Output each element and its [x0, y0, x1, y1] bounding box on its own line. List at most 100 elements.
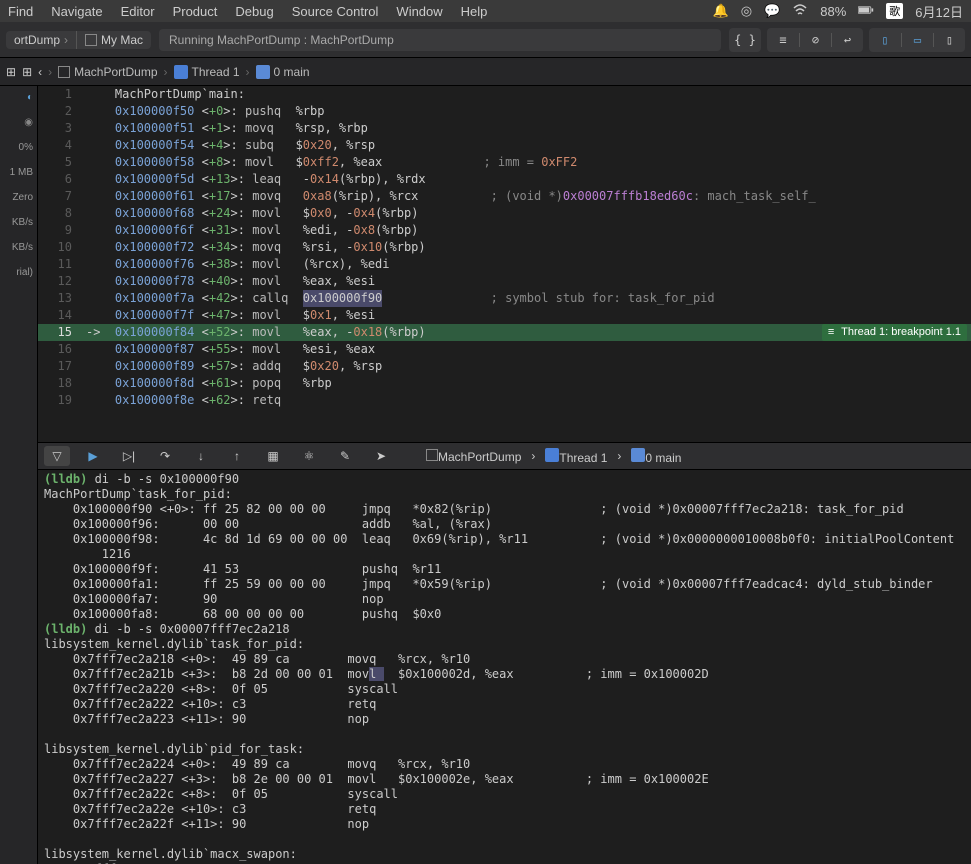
console-line	[44, 727, 971, 742]
console-line: 0x100000f90 <+0>: ff 25 82 00 00 00 jmpq…	[44, 502, 971, 517]
battery-percent: 88%	[820, 4, 846, 19]
breakpoint-indicator[interactable]: ≡ Thread 1: breakpoint 1.1	[822, 324, 967, 341]
console-line: 0x100000fa8: 68 00 00 00 00 pushq $0x0	[44, 607, 971, 622]
memory-graph-button[interactable]: ⚛	[296, 446, 322, 466]
wechat-icon[interactable]: 💬	[764, 3, 780, 19]
mac-icon	[85, 34, 97, 46]
console-line: libsystem_kernel.dylib`macx_swapon:	[44, 847, 971, 862]
asm-line[interactable]: 4 0x100000f54 <+4>: subq $0x20, %rsp	[38, 137, 971, 154]
left-panel-toggle[interactable]: ▯	[869, 33, 901, 47]
asm-line[interactable]: 12 0x100000f78 <+40>: movl %eax, %esi	[38, 273, 971, 290]
console-line: 0x7fff7ec2a220 <+8>: 0f 05 syscall	[44, 682, 971, 697]
debug-frame[interactable]: 0 main	[631, 448, 681, 465]
panel-toggle-group: ▯ ▭ ▯	[869, 28, 965, 52]
grid-icon[interactable]: ⊞	[22, 65, 32, 79]
console-line: 1216	[44, 547, 971, 562]
console-line: 0x100000f96: 00 00 addb %al, (%rax)	[44, 517, 971, 532]
asm-line[interactable]: 17 0x100000f89 <+57>: addq $0x20, %rsp	[38, 358, 971, 375]
menu-help[interactable]: Help	[461, 4, 488, 19]
step-into-button[interactable]: ↓	[188, 446, 214, 466]
console-line: 0x7fff7ec2a22f <+11>: 90 nop	[44, 817, 971, 832]
asm-line[interactable]: 3 0x100000f51 <+1>: movq %rsp, %rbp	[38, 120, 971, 137]
asm-line[interactable]: 18 0x100000f8d <+61>: popq %rbp	[38, 375, 971, 392]
console-line: (lldb) di -b -s 0x00007fff7ec2a218	[44, 622, 971, 637]
creative-cloud-icon[interactable]: ◎	[741, 3, 752, 19]
breakpoint-list-icon: ≡	[828, 324, 834, 341]
continue-button[interactable]: ▷|	[116, 446, 142, 466]
gauge-icon-1[interactable]: ◉	[24, 117, 33, 128]
asm-line[interactable]: 19 0x100000f8e <+62>: retq	[38, 392, 971, 409]
asm-line[interactable]: 6 0x100000f5d <+13>: leaq -0x14(%rbp), %…	[38, 171, 971, 188]
asm-line[interactable]: 11 0x100000f76 <+38>: movl (%rcx), %edi	[38, 256, 971, 273]
debug-bar: ▽ ▶ ▷| ↷ ↓ ↑ ▦ ⚛ ✎ ➤ MachPortDump › Thre…	[38, 442, 971, 470]
environment-overrides-button[interactable]: ✎	[332, 446, 358, 466]
asm-line[interactable]: 14 0x100000f7f <+47>: movl $0x1, %esi	[38, 307, 971, 324]
asm-line[interactable]: 8 0x100000f68 <+24>: movl $0x0, -0x4(%rb…	[38, 205, 971, 222]
console-line: 0x100000f98: 4c 8d 1d 69 00 00 00 leaq 0…	[44, 532, 971, 547]
lldb-console[interactable]: (lldb) di -b -s 0x100000f90MachPortDump`…	[38, 470, 971, 864]
asm-line[interactable]: 5 0x100000f58 <+8>: movl $0xff2, %eax ; …	[38, 154, 971, 171]
battery-icon[interactable]	[858, 2, 874, 21]
standard-editor-button[interactable]: ≡	[767, 33, 799, 47]
breakpoints-toggle[interactable]: ▶	[80, 446, 106, 466]
wifi-icon[interactable]	[792, 2, 808, 21]
asm-line[interactable]: 2 0x100000f50 <+0>: pushq %rbp	[38, 103, 971, 120]
asm-line[interactable]: 9 0x100000f6f <+31>: movl %edi, -0x8(%rb…	[38, 222, 971, 239]
gauge-value-4: KB/s	[12, 242, 33, 253]
view-debug-button[interactable]: ▦	[260, 446, 286, 466]
menu-product[interactable]: Product	[173, 4, 218, 19]
gauge-value-2: Zero	[12, 192, 33, 203]
step-out-button[interactable]: ↑	[224, 446, 250, 466]
jump-project[interactable]: MachPortDump	[58, 65, 157, 79]
back-button[interactable]: ‹	[38, 65, 42, 79]
console-line: 0x7fff7ec2a223 <+11>: 90 nop	[44, 712, 971, 727]
asm-line[interactable]: 10 0x100000f72 <+34>: movq %rsi, -0x10(%…	[38, 239, 971, 256]
location-button[interactable]: ➤	[368, 446, 394, 466]
asm-line[interactable]: 16 0x100000f87 <+55>: movl %esi, %eax	[38, 341, 971, 358]
right-panel-toggle[interactable]: ▯	[933, 33, 965, 47]
code-review-button[interactable]: { }	[729, 28, 761, 52]
menu-navigate[interactable]: Navigate	[51, 4, 102, 19]
asm-line[interactable]: 7 0x100000f61 <+17>: movq 0xa8(%rip), %r…	[38, 188, 971, 205]
menu-debug[interactable]: Debug	[235, 4, 273, 19]
asm-line[interactable]: 15-> 0x100000f84 <+52>: movl %eax, -0x18…	[38, 324, 971, 341]
menu-find[interactable]: Find	[8, 4, 33, 19]
debug-thread[interactable]: Thread 1	[545, 448, 607, 465]
console-line: 0x100000f9f: 41 53 pushq %r11	[44, 562, 971, 577]
jump-thread[interactable]: Thread 1	[174, 65, 240, 79]
console-line: 0x100000fa7: 90 nop	[44, 592, 971, 607]
disassembly-editor[interactable]: 1 MachPortDump`main:2 0x100000f50 <+0>: …	[38, 86, 971, 442]
step-over-button[interactable]: ↷	[152, 446, 178, 466]
console-line: 0x7fff7ec2a218 <+0>: 49 89 ca movq %rcx,…	[44, 652, 971, 667]
gauge-value-0: 0%	[19, 142, 33, 153]
forward-button[interactable]: ›	[48, 65, 52, 79]
bottom-panel-toggle[interactable]: ▭	[901, 33, 933, 47]
console-line: 0x7fff7ec2a227 <+3>: b8 2e 00 00 01 movl…	[44, 772, 971, 787]
project-icon	[426, 449, 438, 461]
version-editor-button[interactable]: ↩	[831, 33, 863, 47]
editor-mode-group: ≡ ⊘ ↩	[767, 28, 863, 52]
activity-status: Running MachPortDump : MachPortDump	[159, 29, 721, 51]
date: 6月12日	[915, 2, 963, 21]
gauge-value-3: KB/s	[12, 217, 33, 228]
scheme-selector[interactable]: ortDump› My Mac	[6, 31, 151, 49]
console-line	[44, 832, 971, 847]
notification-icon[interactable]: 🔔	[713, 3, 729, 19]
debug-project[interactable]: MachPortDump	[426, 449, 521, 464]
menu-window[interactable]: Window	[396, 4, 442, 19]
jump-frame[interactable]: 0 main	[256, 65, 310, 79]
debug-gauges-sidebar: ◐◉0%1 MBZeroKB/sKB/srial)	[0, 86, 38, 864]
gauge-value-1: 1 MB	[10, 167, 33, 178]
gauge-icon-0[interactable]: ◐	[27, 92, 33, 103]
menu-source-control[interactable]: Source Control	[292, 4, 379, 19]
asm-line[interactable]: 13 0x100000f7a <+42>: callq 0x100000f90 …	[38, 290, 971, 307]
frame-icon	[256, 65, 270, 79]
assistant-editor-button[interactable]: ⊘	[799, 33, 831, 47]
thread-icon	[174, 65, 188, 79]
related-items-icon[interactable]: ⊞	[6, 65, 16, 79]
ime-indicator[interactable]: 歌	[886, 3, 903, 19]
console-line: libsystem_kernel.dylib`pid_for_task:	[44, 742, 971, 757]
console-line: 0x7fff7ec2a222 <+10>: c3 retq	[44, 697, 971, 712]
hide-debug-area-button[interactable]: ▽	[44, 446, 70, 466]
menu-editor[interactable]: Editor	[121, 4, 155, 19]
